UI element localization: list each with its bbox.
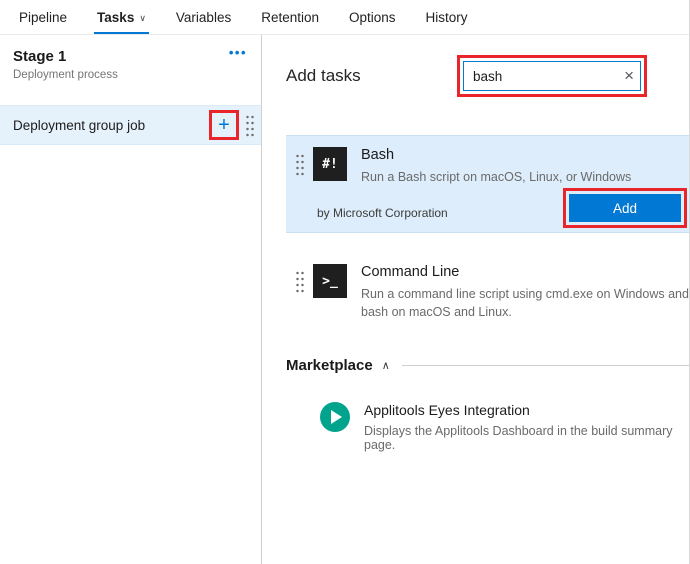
task-description: Run a Bash script on macOS, Linux, or Wi… bbox=[361, 168, 631, 186]
stage-header: Stage 1 Deployment process ••• bbox=[0, 35, 261, 89]
task-title: Bash bbox=[361, 147, 631, 163]
marketplace-heading: Marketplace bbox=[286, 357, 373, 374]
nav-tab-label: Variables bbox=[176, 10, 231, 25]
task-card-command-line[interactable]: >_ Command Line Run a command line scrip… bbox=[286, 253, 689, 327]
nav-tab-label: History bbox=[426, 10, 468, 25]
add-task-button[interactable]: Add bbox=[569, 194, 681, 222]
marketplace-section-header: Marketplace ∧ bbox=[286, 357, 689, 374]
chevron-up-icon[interactable]: ∧ bbox=[382, 359, 390, 372]
nav-tab-tasks[interactable]: Tasks ∨ bbox=[82, 0, 161, 34]
nav-tab-label: Pipeline bbox=[19, 10, 67, 25]
clear-search-icon[interactable]: × bbox=[624, 67, 634, 84]
nav-tab-label: Options bbox=[349, 10, 396, 25]
drag-handle-icon[interactable] bbox=[244, 113, 254, 137]
add-tasks-panel: Add tasks × #! Bash Run a Bash script on… bbox=[262, 35, 689, 564]
marketplace-item-info: Applitools Eyes Integration Displays the… bbox=[364, 402, 689, 452]
nav-tab-options[interactable]: Options bbox=[334, 0, 411, 34]
task-info: Command Line Run a command line script u… bbox=[361, 264, 689, 321]
nav-tab-pipeline[interactable]: Pipeline bbox=[4, 0, 82, 34]
add-task-annotation-box: + bbox=[209, 110, 239, 140]
task-card-top: >_ Command Line Run a command line scrip… bbox=[293, 264, 689, 321]
task-card-bash[interactable]: #! Bash Run a Bash script on macOS, Linu… bbox=[286, 135, 689, 233]
marketplace-item-title: Applitools Eyes Integration bbox=[364, 402, 689, 418]
stage-subtitle: Deployment process bbox=[13, 69, 118, 81]
content-area: Stage 1 Deployment process ••• Deploymen… bbox=[0, 35, 689, 564]
nav-tab-history[interactable]: History bbox=[411, 0, 483, 34]
add-button-annotation-box: Add bbox=[563, 188, 687, 228]
deployment-group-job-row[interactable]: Deployment group job + bbox=[0, 105, 261, 145]
nav-tab-variables[interactable]: Variables bbox=[161, 0, 246, 34]
nav-tab-label: Tasks bbox=[97, 10, 134, 25]
task-search-box: × bbox=[463, 61, 641, 91]
task-search-input[interactable] bbox=[463, 61, 641, 91]
pipeline-stages-sidebar: Stage 1 Deployment process ••• Deploymen… bbox=[0, 35, 262, 564]
add-task-to-job-icon[interactable]: + bbox=[218, 115, 230, 135]
task-info: Bash Run a Bash script on macOS, Linux, … bbox=[361, 147, 631, 186]
stage-info: Stage 1 Deployment process bbox=[13, 48, 118, 81]
search-annotation-box: × bbox=[457, 55, 647, 97]
stage-title: Stage 1 bbox=[13, 48, 118, 65]
add-tasks-header: Add tasks × bbox=[286, 55, 647, 97]
drag-handle-icon[interactable] bbox=[294, 269, 304, 293]
task-card-footer: by Microsoft Corporation Add bbox=[293, 188, 689, 228]
job-label: Deployment group job bbox=[13, 118, 209, 133]
panel-title: Add tasks bbox=[286, 66, 361, 86]
bash-task-icon: #! bbox=[313, 147, 347, 181]
task-card-top: #! Bash Run a Bash script on macOS, Linu… bbox=[293, 147, 689, 186]
nav-tab-retention[interactable]: Retention bbox=[246, 0, 334, 34]
task-publisher: by Microsoft Corporation bbox=[317, 206, 448, 228]
pipeline-top-nav: Pipeline Tasks ∨ Variables Retention Opt… bbox=[0, 0, 689, 35]
drag-handle-icon[interactable] bbox=[294, 152, 304, 176]
stage-more-menu-icon[interactable]: ••• bbox=[229, 48, 247, 81]
nav-tab-label: Retention bbox=[261, 10, 319, 25]
chevron-down-icon: ∨ bbox=[139, 13, 146, 24]
applitools-play-icon bbox=[320, 402, 350, 432]
task-description: Run a command line script using cmd.exe … bbox=[361, 285, 689, 321]
command-line-task-icon: >_ bbox=[313, 264, 347, 298]
marketplace-item-description: Displays the Applitools Dashboard in the… bbox=[364, 424, 689, 452]
marketplace-item-applitools[interactable]: Applitools Eyes Integration Displays the… bbox=[320, 402, 689, 452]
section-divider bbox=[402, 365, 689, 366]
task-title: Command Line bbox=[361, 264, 689, 280]
